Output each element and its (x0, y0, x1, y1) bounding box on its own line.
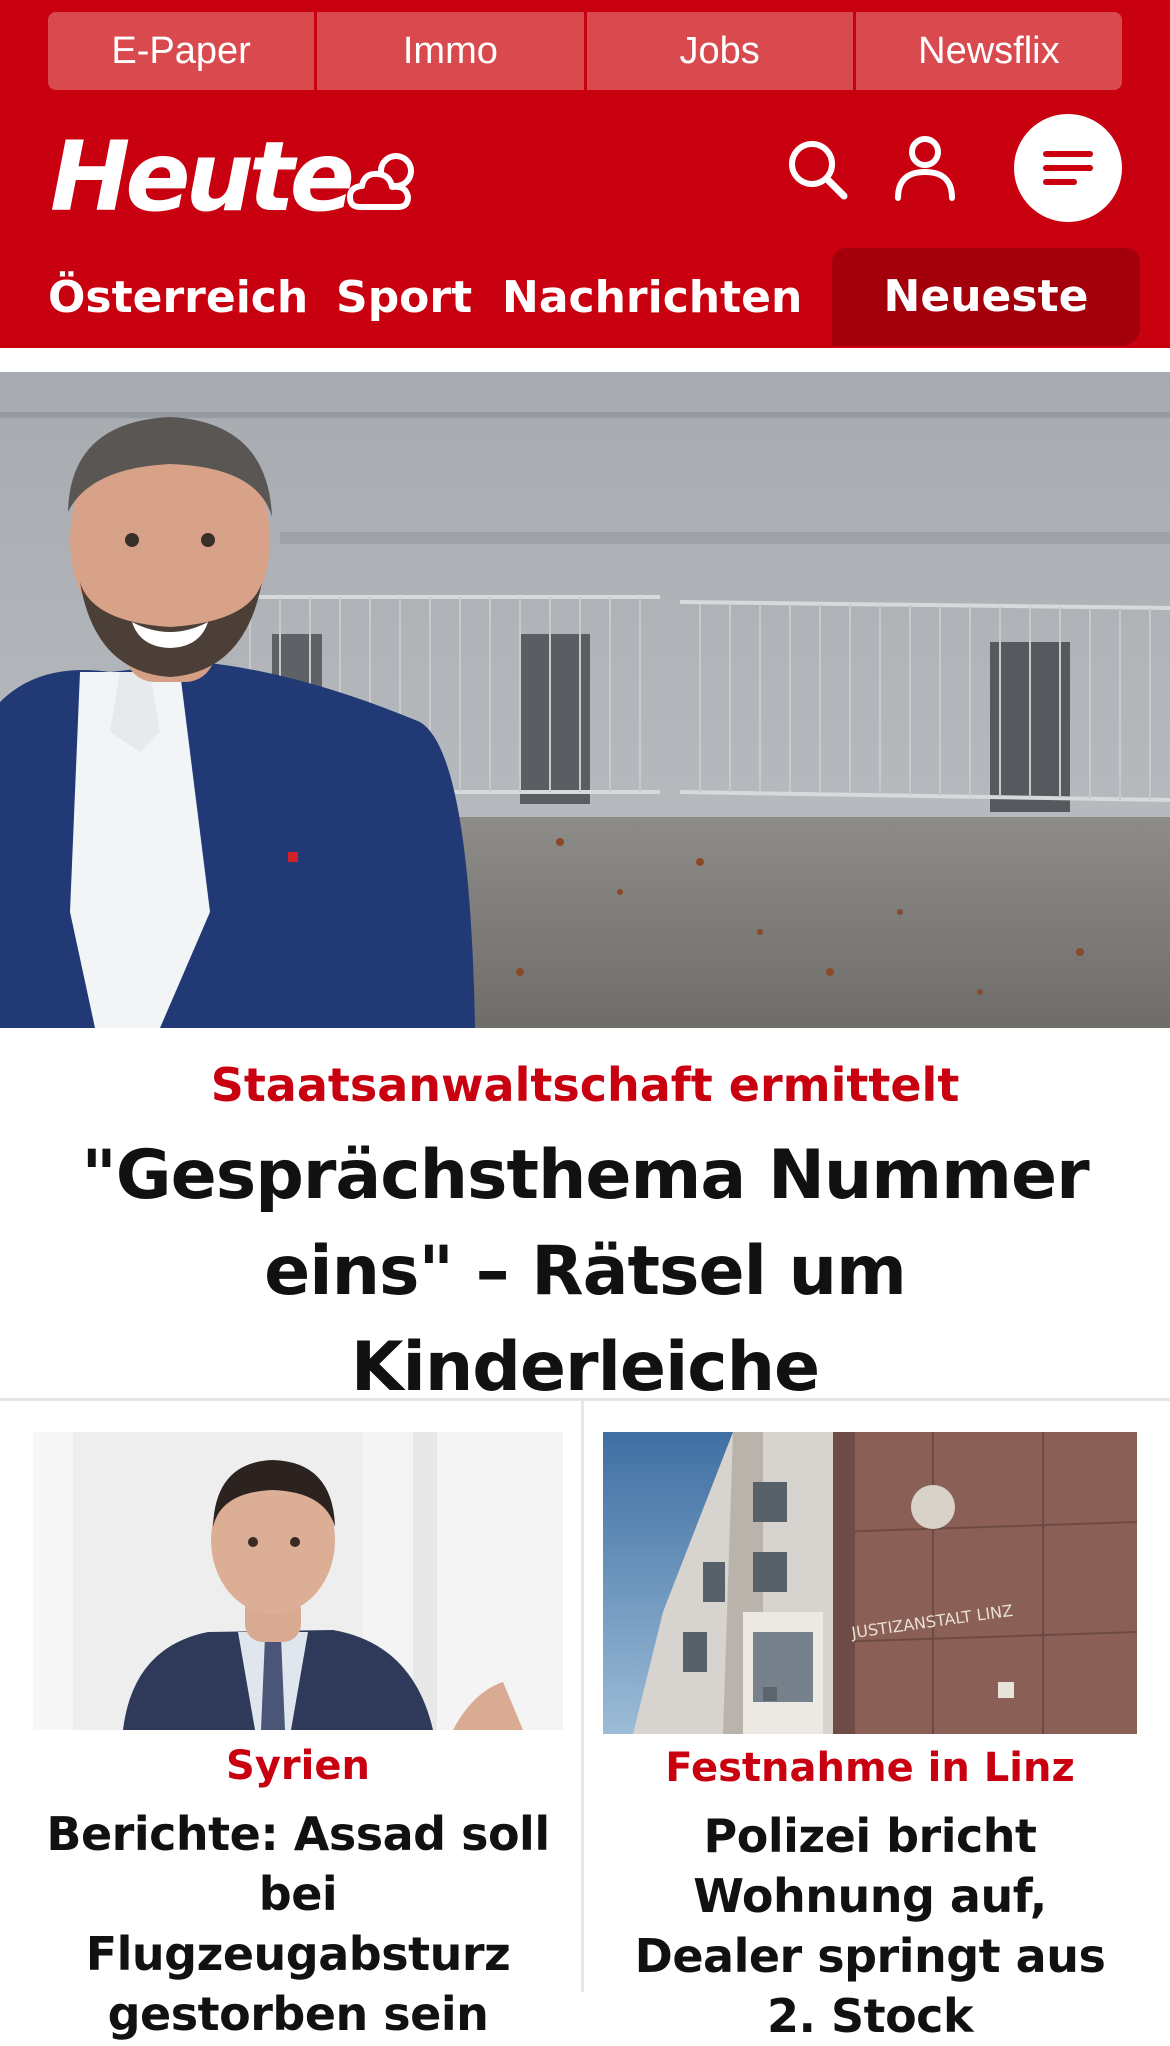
quicklinks-bar: E-Paper Immo Jobs Newsflix (48, 12, 1122, 90)
nav-item-neueste[interactable]: Neueste (832, 248, 1140, 346)
site-logo[interactable]: Heute (50, 122, 355, 232)
quicklink-jobs[interactable]: Jobs (586, 12, 856, 90)
nav-item-oesterreich[interactable]: Österreich (48, 248, 308, 348)
section-divider (0, 1398, 1170, 1401)
teaser-image-linz[interactable]: JUSTIZANSTALT LINZ (603, 1432, 1137, 1734)
menu-icon (1043, 151, 1093, 185)
column-divider (581, 1398, 584, 1992)
teaser-title-linz[interactable]: Polizei bricht Wohnung auf, Dealer sprin… (603, 1806, 1137, 2046)
nav-item-nachrichten[interactable]: Nachrichten (502, 248, 802, 348)
site-header: E-Paper Immo Jobs Newsflix Heute Österre… (0, 0, 1170, 348)
weather-cloud-icon[interactable] (346, 145, 426, 217)
user-icon[interactable] (892, 134, 958, 204)
teaser-title-syrien[interactable]: Berichte: Assad soll bei Flugzeugabsturz… (43, 1804, 553, 2044)
hero-article-kicker[interactable]: Staatsanwaltschaft ermittelt (0, 1052, 1170, 1118)
teaser-kicker-linz[interactable]: Festnahme in Linz (603, 1740, 1137, 1796)
teaser-image-syrien[interactable] (33, 1432, 563, 1730)
quicklink-newsflix[interactable]: Newsflix (855, 12, 1122, 90)
quicklink-immo[interactable]: Immo (317, 12, 587, 90)
menu-button[interactable] (1014, 114, 1122, 222)
hero-article-image[interactable] (0, 372, 1170, 1028)
search-icon[interactable] (784, 136, 850, 202)
hero-article-title[interactable]: "Gesprächsthema Nummer eins" – Rätsel um… (20, 1128, 1150, 1416)
main-nav: Österreich Sport Nachrichten Neueste (0, 248, 1170, 348)
teaser-kicker-syrien[interactable]: Syrien (33, 1738, 563, 1794)
nav-item-sport[interactable]: Sport (336, 248, 472, 348)
quicklink-epaper[interactable]: E-Paper (48, 12, 318, 90)
